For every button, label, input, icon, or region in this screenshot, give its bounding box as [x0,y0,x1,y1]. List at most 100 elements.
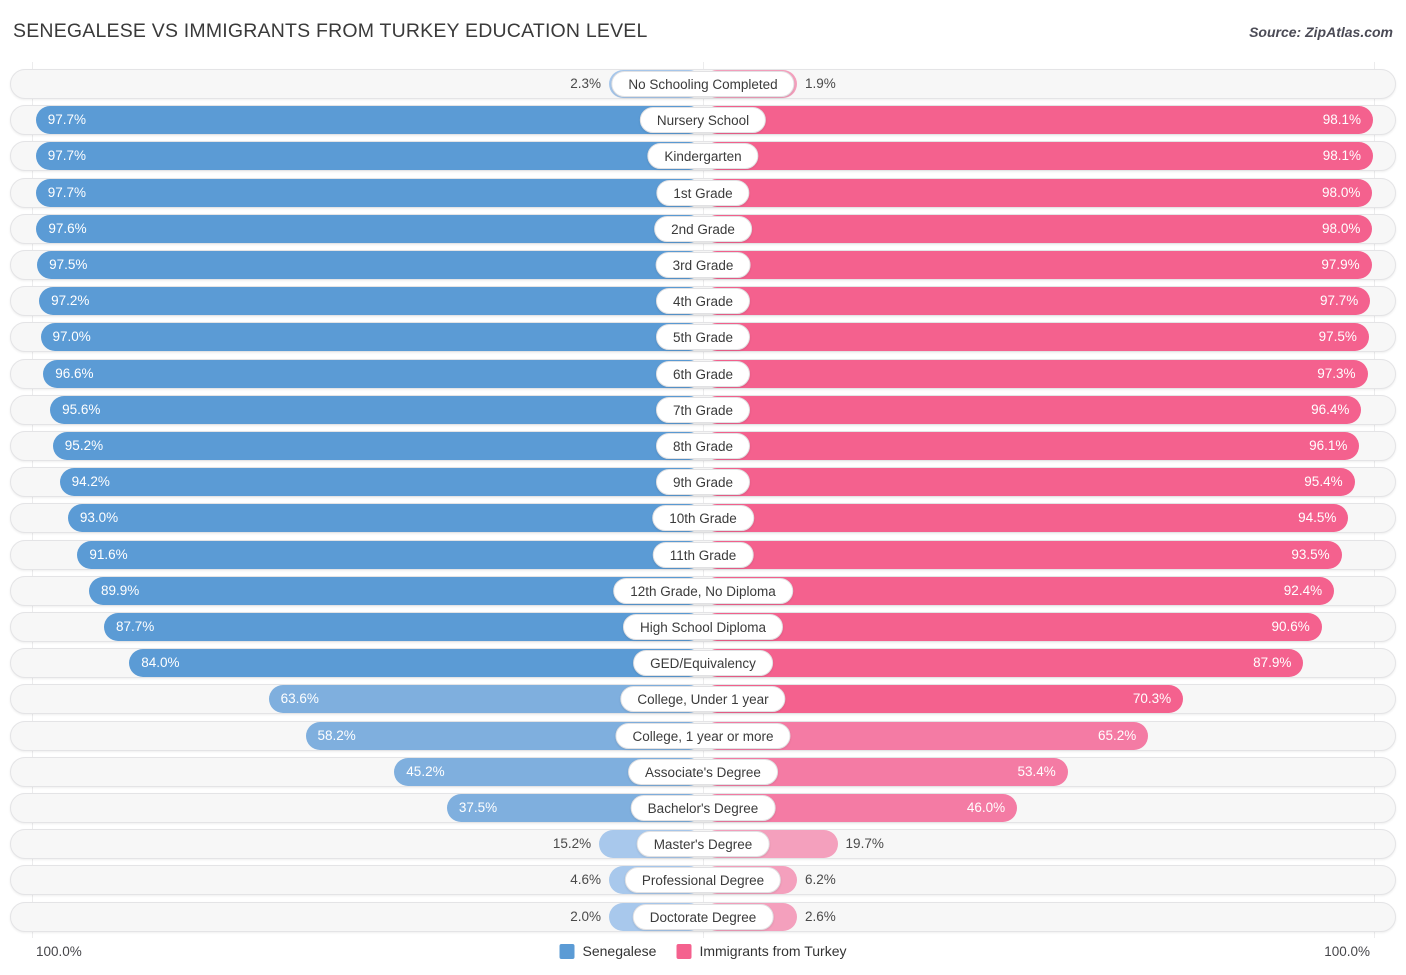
bar-value-label: 15.2% [552,836,592,852]
chart-row[interactable]: 91.6% 93.5% 11th Grade [10,539,1396,570]
bar-value-label: 96.1% [1309,438,1348,453]
category-label[interactable]: High School Diploma [622,614,784,640]
chart-row[interactable]: 2.3% 1.9% No Schooling Completed [10,69,1396,99]
category-label[interactable]: 9th Grade [655,469,751,496]
axis-label-right: 100.0% [1324,944,1370,959]
bar-value-label: 46.0% [966,800,1006,815]
category-label[interactable]: 1st Grade [656,179,750,206]
chart-row[interactable]: 97.6% 98.0% 2nd Grade [10,213,1396,244]
bar-value-label: 90.6% [1271,619,1310,634]
bar-senegalese: 87.7% [104,613,703,641]
bar-senegalese: 93.0% [67,504,703,533]
legend-item[interactable]: Senegalese [559,943,656,959]
category-label[interactable]: Bachelor's Degree [630,795,776,821]
category-label[interactable]: Doctorate Degree [632,903,774,930]
bar-immigrants-from-turkey: 96.1% [703,432,1360,460]
chart-row[interactable]: 97.7% 98.1% Kindergarten [10,141,1396,172]
chart-row[interactable]: 97.7% 98.1% Nursery School [10,105,1396,136]
bar-value-label: 97.7% [47,112,86,128]
bar-immigrants-from-turkey: 87.9% [703,649,1304,678]
category-label[interactable]: 5th Grade [655,324,751,351]
row-track: 95.2% 96.1% 8th Grade [11,432,1395,460]
bar-senegalese: 97.7% [35,142,703,171]
category-label[interactable]: Master's Degree [636,831,770,858]
chart-row[interactable]: 95.6% 96.4% 7th Grade [10,394,1396,425]
category-label[interactable]: 11th Grade [652,541,754,568]
bar-senegalese: 96.6% [43,359,703,388]
row-track: 84.0% 87.9% GED/Equivalency [11,649,1395,678]
category-label[interactable]: GED/Equivalency [633,650,773,677]
chart-row[interactable]: 97.5% 97.9% 3rd Grade [10,250,1396,280]
category-label[interactable]: Nursery School [639,107,767,134]
chart-row[interactable]: 93.0% 94.5% 10th Grade [10,503,1396,534]
category-label[interactable]: College, 1 year or more [615,722,791,749]
bar-senegalese: 84.0% [129,649,703,678]
bar-value-label: 97.2% [51,293,90,309]
chart-row[interactable]: 97.0% 97.5% 5th Grade [10,322,1396,353]
bar-immigrants-from-turkey: 95.4% [703,468,1355,497]
category-label[interactable]: 2nd Grade [654,215,752,242]
row-track: 96.6% 97.3% 6th Grade [11,359,1395,388]
chart-row[interactable]: 15.2% 19.7% Master's Degree [10,829,1396,860]
chart-row[interactable]: 97.2% 97.7% 4th Grade [10,286,1396,317]
legend-item[interactable]: Immigrants from Turkey [676,943,846,959]
chart-row[interactable]: 89.9% 92.4% 12th Grade, No Diploma [10,575,1396,606]
chart-row[interactable]: 96.6% 97.3% 6th Grade [10,358,1396,389]
row-track: 37.5% 46.0% Bachelor's Degree [11,794,1395,822]
bar-value-label: 58.2% [317,727,356,743]
chart-row[interactable]: 58.2% 65.2% College, 1 year or more [10,720,1396,751]
bar-senegalese: 97.0% [40,323,703,352]
category-label[interactable]: 8th Grade [655,433,751,459]
bar-value-label: 2.0% [570,908,601,924]
chart-page: SENEGALESE VS IMMIGRANTS FROM TURKEY EDU… [0,0,1406,975]
category-label[interactable]: 10th Grade [652,505,754,532]
bar-value-label: 65.2% [1098,727,1137,743]
row-track: 15.2% 19.7% Master's Degree [11,830,1395,859]
bar-value-label: 95.4% [1304,474,1343,490]
category-label[interactable]: Kindergarten [647,143,759,170]
bar-value-label: 89.9% [100,582,140,598]
chart-row[interactable]: 45.2% 53.4% Associate's Degree [10,756,1396,787]
bar-senegalese: 97.6% [36,214,703,243]
category-label[interactable]: No Schooling Completed [611,71,795,97]
category-label[interactable]: Professional Degree [624,867,782,894]
source-attribution: Source: ZipAtlas.com [1249,24,1393,40]
row-track: 97.2% 97.7% 4th Grade [11,287,1395,316]
category-label[interactable]: College, Under 1 year [620,686,786,713]
chart-row[interactable]: 94.2% 95.4% 9th Grade [10,467,1396,498]
bar-value-label: 96.4% [1311,401,1350,417]
chart-row[interactable]: 4.6% 6.2% Professional Degree [10,865,1396,896]
chart-row[interactable]: 84.0% 87.9% GED/Equivalency [10,648,1396,679]
bar-value-label: 84.0% [141,655,180,671]
bar-value-label: 97.7% [47,148,86,164]
row-track: 87.7% 90.6% High School Diploma [11,613,1395,641]
bar-immigrants-from-turkey: 98.1% [703,142,1374,171]
row-track: 97.7% 98.1% Kindergarten [11,142,1395,171]
bar-value-label: 2.6% [805,908,836,924]
page-title: SENEGALESE VS IMMIGRANTS FROM TURKEY EDU… [13,20,648,42]
row-track: 89.9% 92.4% 12th Grade, No Diploma [11,576,1395,605]
category-label[interactable]: 6th Grade [655,360,751,387]
bar-immigrants-from-turkey: 90.6% [703,613,1322,641]
category-label[interactable]: Associate's Degree [628,758,778,785]
diverging-bar-chart: 2.3% 1.9% No Schooling Completed 97.7% 98.1%… [0,62,1406,938]
bar-value-label: 97.9% [1321,257,1360,272]
bar-value-label: 4.6% [570,872,601,888]
legend-label: Immigrants from Turkey [699,943,847,959]
category-label[interactable]: 7th Grade [655,396,751,423]
category-label[interactable]: 3rd Grade [655,252,751,278]
chart-row[interactable]: 2.0% 2.6% Doctorate Degree [10,901,1396,932]
chart-row[interactable]: 37.5% 46.0% Bachelor's Degree [10,793,1396,823]
category-label[interactable]: 12th Grade, No Diploma [613,577,793,604]
bar-senegalese: 97.2% [39,287,703,316]
chart-row[interactable]: 87.7% 90.6% High School Diploma [10,612,1396,642]
bar-value-label: 19.7% [845,836,884,852]
bar-value-label: 2.3% [570,76,601,91]
bar-value-label: 70.3% [1132,691,1172,707]
bar-value-label: 97.5% [49,257,88,272]
category-label[interactable]: 4th Grade [655,288,751,315]
bar-value-label: 98.1% [1322,112,1362,128]
chart-row[interactable]: 97.7% 98.0% 1st Grade [10,177,1396,208]
chart-row[interactable]: 63.6% 70.3% College, Under 1 year [10,684,1396,715]
chart-row[interactable]: 95.2% 96.1% 8th Grade [10,431,1396,461]
